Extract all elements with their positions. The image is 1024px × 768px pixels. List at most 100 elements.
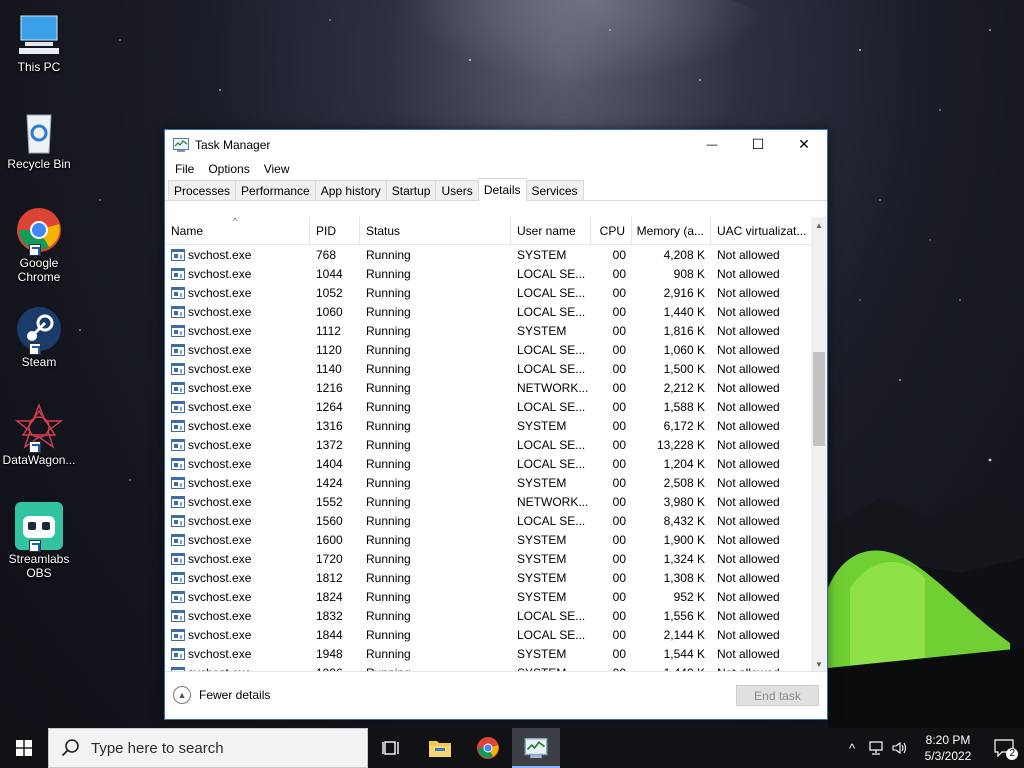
table-row[interactable]: svchost.exe 1112 Running SYSTEM 00 1,816 K Not… — [165, 321, 811, 340]
table-row[interactable]: svchost.exe 1560 Running LOCAL SE... 00 8,432… — [165, 511, 811, 530]
process-status: Running — [366, 399, 411, 414]
desktop-icon-recycle-bin[interactable]: Recycle Bin — [0, 107, 78, 171]
column-header-user-name[interactable]: User name — [511, 217, 591, 245]
volume-icon[interactable] — [888, 728, 912, 768]
process-user-name: LOCAL SE... — [517, 513, 586, 528]
table-row[interactable]: svchost.exe 768 Running SYSTEM 00 4,208 K Not … — [165, 245, 811, 264]
table-row[interactable]: svchost.exe 1824 Running SYSTEM 00 952 K Not a… — [165, 587, 811, 606]
tab-performance[interactable]: Performance — [235, 180, 316, 200]
vertical-scrollbar[interactable]: ▲ ▼ — [811, 217, 827, 672]
process-memory: 1,324 K — [663, 551, 705, 566]
process-user-name: SYSTEM — [517, 551, 567, 566]
end-task-button[interactable]: End task — [736, 685, 819, 706]
desktop-icon-this-pc[interactable]: This PC — [0, 10, 78, 74]
process-cpu: 00 — [612, 646, 626, 661]
action-center-button[interactable]: 2 — [984, 728, 1024, 768]
network-icon[interactable] — [864, 728, 888, 768]
table-row[interactable]: svchost.exe 1044 Running LOCAL SE... 00 908 K… — [165, 264, 811, 283]
close-button[interactable]: ✕ — [781, 130, 827, 159]
table-row[interactable]: svchost.exe 1316 Running SYSTEM 00 6,172 K Not… — [165, 416, 811, 435]
desktop-icon-datawagon[interactable]: DataWagon... — [0, 403, 78, 467]
process-name-label: svchost.exe — [188, 532, 252, 547]
steam-icon — [15, 305, 63, 355]
process-user-name: SYSTEM — [517, 418, 567, 433]
table-row[interactable]: svchost.exe 1060 Running LOCAL SE... 00 1,440… — [165, 302, 811, 321]
tab-details[interactable]: Details — [477, 178, 527, 201]
task-view-button[interactable] — [368, 728, 416, 768]
process-pid: 1720 — [316, 551, 343, 566]
table-row[interactable]: svchost.exe 1720 Running SYSTEM 00 1,324 K Not… — [165, 549, 811, 568]
process-cpu: 00 — [612, 494, 626, 509]
desktop-icon-steam[interactable]: Steam — [0, 305, 78, 369]
menu-file[interactable]: File — [168, 162, 201, 176]
process-name-label: svchost.exe — [188, 627, 252, 642]
process-memory: 952 K — [673, 589, 705, 604]
process-cpu: 00 — [612, 285, 626, 300]
process-pid: 1844 — [316, 627, 343, 642]
table-row[interactable]: svchost.exe 1120 Running LOCAL SE... 00 1,060… — [165, 340, 811, 359]
minimize-icon: — — [706, 138, 718, 151]
taskbar-file-explorer[interactable] — [416, 728, 464, 768]
tab-users[interactable]: Users — [435, 180, 479, 200]
table-row[interactable]: svchost.exe 1832 Running LOCAL SE... 00 1,556… — [165, 606, 811, 625]
recycle-bin-icon — [15, 107, 63, 155]
table-row[interactable]: svchost.exe 1552 Running NETWORK... 00 3,980 … — [165, 492, 811, 511]
table-row[interactable]: svchost.exe 1948 Running SYSTEM 00 1,544 K Not… — [165, 644, 811, 663]
process-status: Running — [366, 627, 411, 642]
title-bar[interactable]: Task Manager — ☐ ✕ — [165, 130, 827, 159]
search-input[interactable] — [91, 739, 351, 757]
table-row[interactable]: svchost.exe 1404 Running LOCAL SE... 00 1,204… — [165, 454, 811, 473]
table-row[interactable]: svchost.exe 1216 Running NETWORK... 00 2,212 … — [165, 378, 811, 397]
process-status: Running — [366, 570, 411, 585]
tab-startup[interactable]: Startup — [385, 180, 437, 200]
task-manager-icon — [524, 738, 548, 758]
scroll-up-arrow-icon[interactable]: ▲ — [811, 217, 827, 233]
process-pid: 1264 — [316, 399, 343, 414]
process-name-label: svchost.exe — [188, 513, 252, 528]
taskbar-chrome[interactable] — [464, 728, 512, 768]
table-row[interactable]: svchost.exe 1600 Running SYSTEM 00 1,900 K Not… — [165, 530, 811, 549]
process-name-label: svchost.exe — [188, 323, 252, 338]
process-name: svchost.exe — [165, 397, 310, 416]
process-status: Running — [366, 532, 411, 547]
column-header-cpu[interactable]: CPU — [591, 217, 632, 245]
scroll-down-arrow-icon[interactable]: ▼ — [811, 656, 827, 672]
column-header-uac-virtualization[interactable]: UAC virtualizat... — [711, 217, 811, 245]
tab-services[interactable]: Services — [525, 180, 584, 200]
tab-app-history[interactable]: App history — [314, 180, 387, 200]
table-row[interactable]: svchost.exe 1052 Running LOCAL SE... 00 2,916… — [165, 283, 811, 302]
table-row[interactable]: svchost.exe 1812 Running SYSTEM 00 1,308 K Not… — [165, 568, 811, 587]
scrollbar-thumb[interactable] — [813, 352, 825, 446]
column-header-status[interactable]: Status — [360, 217, 511, 245]
process-window-icon — [171, 248, 185, 261]
clock[interactable]: 8:20 PM 5/3/2022 — [912, 732, 984, 764]
desktop-icon-streamlabs[interactable]: Streamlabs OBS — [0, 502, 78, 580]
maximize-button[interactable]: ☐ — [735, 130, 781, 159]
desktop-icon-google-chrome[interactable]: Google Chrome — [0, 206, 78, 284]
taskbar-search-box[interactable] — [48, 728, 368, 768]
taskbar-task-manager[interactable] — [512, 728, 560, 768]
table-row[interactable]: svchost.exe 1140 Running LOCAL SE... 00 1,500… — [165, 359, 811, 378]
column-header-memory[interactable]: Memory (a... — [632, 217, 711, 245]
show-hidden-icons-chevron-up-icon[interactable]: ^ — [840, 728, 864, 768]
menu-view[interactable]: View — [257, 162, 297, 176]
process-cpu: 00 — [612, 380, 626, 395]
table-row[interactable]: svchost.exe 1844 Running LOCAL SE... 00 2,144… — [165, 625, 811, 644]
process-name: svchost.exe — [165, 340, 310, 359]
table-row[interactable]: svchost.exe 1424 Running SYSTEM 00 2,508 K Not… — [165, 473, 811, 492]
table-row[interactable]: svchost.exe 1372 Running LOCAL SE... 00 13,22… — [165, 435, 811, 454]
column-header-name[interactable]: ^ Name — [165, 217, 310, 245]
start-button[interactable] — [0, 728, 48, 768]
menu-options[interactable]: Options — [201, 162, 256, 176]
process-name: svchost.exe — [165, 492, 310, 511]
process-memory: 1,556 K — [663, 608, 705, 623]
tab-processes[interactable]: Processes — [168, 180, 237, 200]
column-header-pid[interactable]: PID — [310, 217, 360, 245]
shortcut-arrow-icon — [29, 540, 41, 552]
fewer-details-button[interactable]: ▲ Fewer details — [173, 686, 270, 704]
minimize-button[interactable]: — — [689, 130, 735, 159]
process-pid: 1404 — [316, 456, 343, 471]
desktop-icon-label: Streamlabs OBS — [8, 552, 70, 580]
process-name-label: svchost.exe — [188, 475, 252, 490]
table-row[interactable]: svchost.exe 1264 Running LOCAL SE... 00 1,588… — [165, 397, 811, 416]
